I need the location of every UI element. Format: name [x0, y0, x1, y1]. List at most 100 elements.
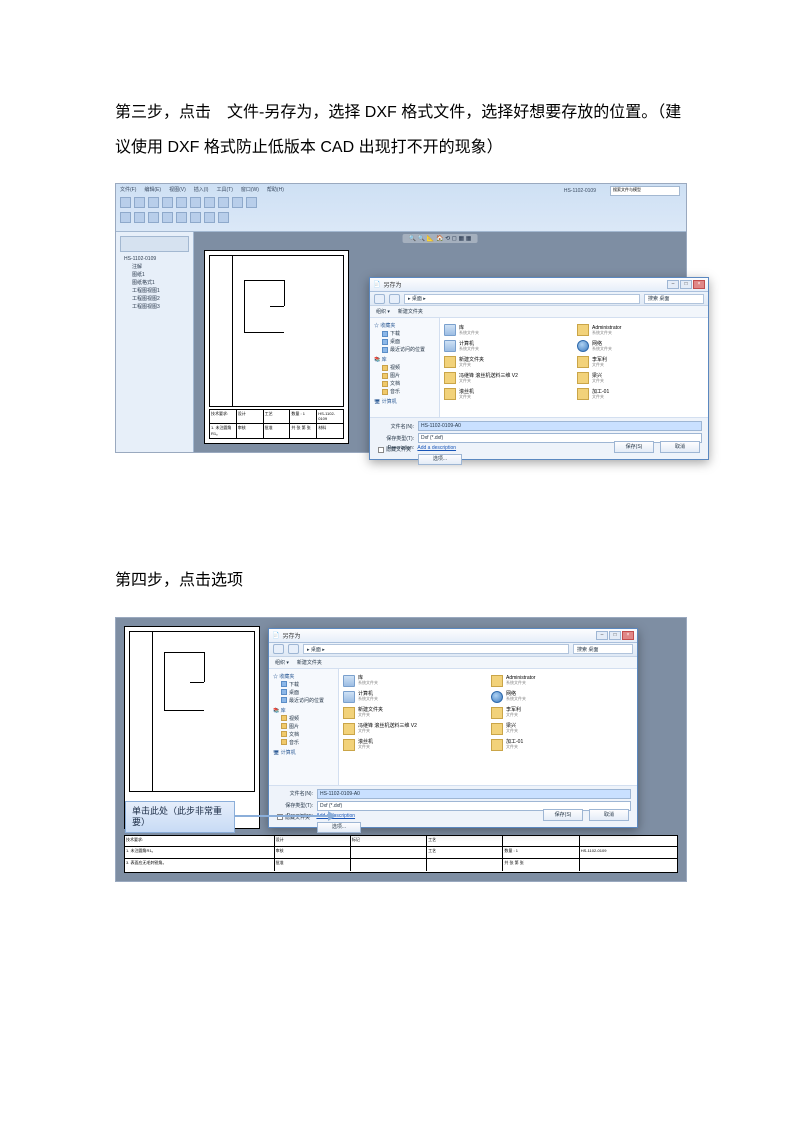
new-folder-button[interactable]: 新建文件夹: [398, 308, 423, 315]
file-item[interactable]: 滚丝机文件夹: [444, 386, 571, 402]
menu-tools[interactable]: 工具(T): [216, 186, 232, 193]
sidebar-item[interactable]: 音乐: [372, 388, 437, 395]
description-link[interactable]: Add a description: [417, 445, 456, 451]
options-button[interactable]: 选项...: [418, 454, 462, 465]
file-item[interactable]: 加工-01文件夹: [491, 737, 633, 753]
sidebar-item[interactable]: 最近访问的位置: [271, 697, 336, 704]
save-button[interactable]: 保存(S): [614, 441, 654, 453]
menu-file[interactable]: 文件(F): [120, 186, 136, 193]
sidebar-item[interactable]: 桌面: [271, 689, 336, 696]
forward-button[interactable]: [389, 294, 400, 304]
folder-icon: [281, 723, 287, 729]
cancel-button[interactable]: 取消: [660, 441, 700, 453]
file-item[interactable]: 新建文件夹文件夹: [343, 705, 485, 721]
save-button[interactable]: 保存(S): [543, 809, 583, 821]
min-button[interactable]: –: [596, 631, 608, 640]
desktop-icon: [281, 689, 287, 695]
hide-folders-toggle[interactable]: [378, 447, 384, 453]
filename-input[interactable]: HS-1102-0109-A0: [317, 789, 631, 799]
dialog-search[interactable]: 搜索 桌面: [573, 644, 633, 654]
file-item[interactable]: 计算机系统文件夹: [444, 338, 571, 354]
sidebar-item[interactable]: 最近访问的位置: [372, 346, 437, 353]
menubar[interactable]: 文件(F) 编辑(E) 视图(V) 插入(I) 工具(T) 窗口(W) 帮助(H…: [120, 186, 682, 193]
menu-view[interactable]: 视图(V): [169, 186, 186, 193]
sidebar-item[interactable]: 文档: [372, 380, 437, 387]
sidebar-computer[interactable]: 🖥 计算机: [374, 398, 437, 405]
tree-item[interactable]: 注解: [120, 263, 189, 270]
organize-menu[interactable]: 组织 ▾: [275, 659, 289, 666]
file-item[interactable]: 梁兴文件夹: [491, 721, 633, 737]
toolbar-icons[interactable]: [120, 197, 682, 208]
screenshot-1: 文件(F) 编辑(E) 视图(V) 插入(I) 工具(T) 窗口(W) 帮助(H…: [115, 183, 687, 453]
menu-edit[interactable]: 编辑(E): [144, 186, 161, 193]
tree-item[interactable]: 工程图视图3: [120, 303, 189, 310]
file-label: 滚丝机文件夹: [459, 390, 474, 399]
sidebar-item[interactable]: 视频: [271, 715, 336, 722]
sidebar-computer[interactable]: 🖥 计算机: [273, 749, 336, 756]
tree-item[interactable]: 工程图视图2: [120, 295, 189, 302]
sidebar-libraries[interactable]: 📚 库: [273, 707, 336, 714]
palette-icons[interactable]: [120, 236, 189, 252]
file-item[interactable]: 李军利文件夹: [491, 705, 633, 721]
options-button[interactable]: 选项...: [317, 822, 361, 833]
sidebar-item[interactable]: 下载: [372, 330, 437, 337]
file-item[interactable]: 网络系统文件夹: [577, 338, 704, 354]
sidebar-favorites[interactable]: ☆ 收藏夹: [374, 322, 437, 329]
toolbar-icons-2[interactable]: [120, 212, 682, 223]
cancel-button[interactable]: 取消: [589, 809, 629, 821]
file-item[interactable]: 冯继锋 滚丝机送料三维 V2文件夹: [444, 370, 571, 386]
menu-window[interactable]: 窗口(W): [241, 186, 259, 193]
file-item[interactable]: 滚丝机文件夹: [343, 737, 485, 753]
sidebar-item[interactable]: 图片: [372, 372, 437, 379]
sidebar-item[interactable]: 文档: [271, 731, 336, 738]
tb-notes: 3. 表面应无毛刺锐角。: [125, 859, 275, 871]
file-item[interactable]: 冯继锋 滚丝机送料三维 V2文件夹: [343, 721, 485, 737]
filetype-label: 保存类型(T):: [376, 435, 414, 442]
file-item[interactable]: 新建文件夹文件夹: [444, 354, 571, 370]
max-button[interactable]: □: [680, 280, 692, 289]
back-button[interactable]: [374, 294, 385, 304]
folder-icon: [444, 356, 456, 368]
sidebar-item[interactable]: 下载: [271, 681, 336, 688]
sidebar-libraries[interactable]: 📚 库: [374, 356, 437, 363]
file-item[interactable]: Administrator系统文件夹: [577, 322, 704, 338]
max-button[interactable]: □: [609, 631, 621, 640]
back-button[interactable]: [273, 644, 284, 654]
folder-icon: [343, 707, 355, 719]
tree-item[interactable]: 图纸1: [120, 271, 189, 278]
file-item[interactable]: 加工-01文件夹: [577, 386, 704, 402]
file-item[interactable]: 梁兴文件夹: [577, 370, 704, 386]
menu-insert[interactable]: 插入(I): [194, 186, 209, 193]
breadcrumb[interactable]: ▸ 桌面 ▸: [404, 294, 640, 304]
file-item[interactable]: 库系统文件夹: [444, 322, 571, 338]
sidebar-item[interactable]: 视频: [372, 364, 437, 371]
file-item[interactable]: 李军利文件夹: [577, 354, 704, 370]
file-item[interactable]: 计算机系统文件夹: [343, 689, 485, 705]
new-folder-button[interactable]: 新建文件夹: [297, 659, 322, 666]
sidebar-item[interactable]: 图片: [271, 723, 336, 730]
breadcrumb[interactable]: ▸ 桌面 ▸: [303, 644, 569, 654]
folder-icon: [343, 723, 355, 735]
tree-item[interactable]: 工程图视图1: [120, 287, 189, 294]
close-button[interactable]: ×: [622, 631, 634, 640]
tree-item[interactable]: 图纸格式1: [120, 279, 189, 286]
tree-root[interactable]: HS-1102-0109: [120, 256, 189, 262]
dialog-sidebar: ☆ 收藏夹 下载 桌面 最近访问的位置 📚 库 视频 图片 文档 音乐 🖥 计算…: [269, 669, 339, 785]
sidebar-item[interactable]: 音乐: [271, 739, 336, 746]
menu-help[interactable]: 帮助(H): [267, 186, 284, 193]
close-button[interactable]: ×: [693, 280, 705, 289]
dialog-title: 另存为: [383, 280, 401, 289]
folder-icon: [382, 373, 388, 379]
dialog-search[interactable]: 搜索 桌面: [644, 294, 704, 304]
file-item[interactable]: Administrator系统文件夹: [491, 673, 633, 689]
filename-input[interactable]: HS-1102-0109-A0: [418, 421, 702, 431]
sidebar-favorites[interactable]: ☆ 收藏夹: [273, 673, 336, 680]
forward-button[interactable]: [288, 644, 299, 654]
file-item[interactable]: 网络系统文件夹: [491, 689, 633, 705]
file-item[interactable]: 库系统文件夹: [343, 673, 485, 689]
app-search-box[interactable]: 搜索文件与模型: [610, 186, 680, 196]
min-button[interactable]: –: [667, 280, 679, 289]
sidebar-item[interactable]: 桌面: [372, 338, 437, 345]
organize-menu[interactable]: 组织 ▾: [376, 308, 390, 315]
view-toolbar[interactable]: 🔍 🔍 📐 🏠 ⟲ ◻ ▦ ▦: [403, 234, 478, 243]
